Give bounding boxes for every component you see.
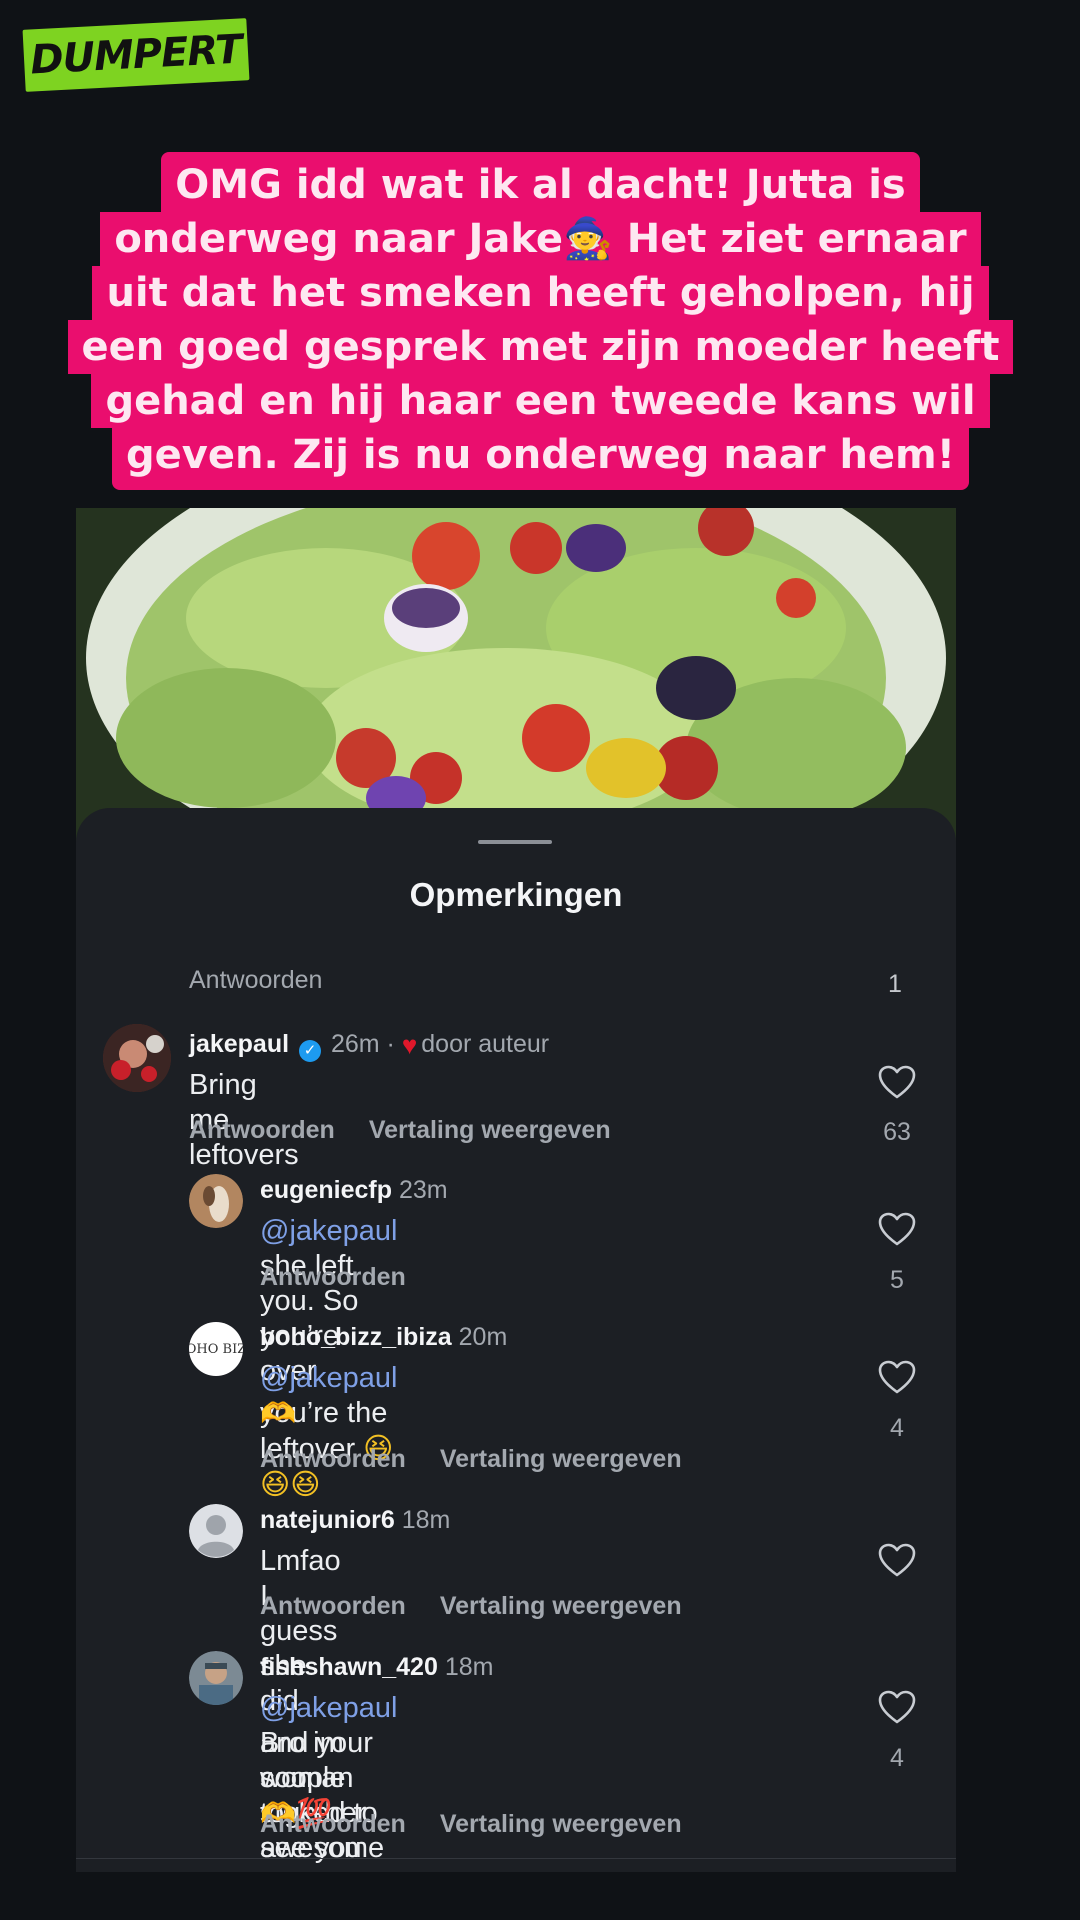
- like-heart-icon[interactable]: [877, 1358, 917, 1398]
- header-count: 1: [888, 970, 902, 998]
- comments-sheet: Opmerkingen Antwoorden 1 jakepaul ✓ 26m …: [76, 808, 956, 1872]
- caption-banner: OMG idd wat ik al dacht! Jutta is onderw…: [58, 152, 1023, 490]
- timestamp: 23m: [398, 1176, 448, 1204]
- author-heart-icon: ♥: [401, 1030, 418, 1060]
- mention-link[interactable]: @jakepaul: [260, 1692, 397, 1724]
- timestamp: 18m: [444, 1653, 494, 1681]
- caption-line: een goed gesprek met zijn moeder heeft: [67, 320, 1014, 374]
- verified-badge-icon: ✓: [299, 1040, 322, 1062]
- comment-text-line2: 🫶: [260, 1396, 296, 1432]
- drag-handle[interactable]: [478, 840, 552, 844]
- sheet-title: Opmerkingen: [409, 876, 623, 913]
- reply-button[interactable]: Antwoorden: [189, 1116, 335, 1144]
- translate-button[interactable]: Vertaling weergeven: [369, 1116, 611, 1144]
- reply-button[interactable]: Antwoorden: [260, 1592, 406, 1620]
- reply-button[interactable]: Antwoorden: [260, 1810, 406, 1838]
- like-count: 4: [890, 1744, 904, 1772]
- reply-button[interactable]: Antwoorden: [260, 1263, 406, 1291]
- comment-text: @jakepaul you’re the leftover 😆😆😆: [260, 1361, 397, 1503]
- comment-actions: Antwoorden: [260, 1263, 440, 1292]
- heart-hands-emoji: 🫶: [260, 1396, 297, 1430]
- timestamp: 18m: [401, 1506, 451, 1534]
- like-count: 4: [890, 1414, 904, 1442]
- default-user-icon: [189, 1504, 243, 1558]
- like-heart-icon[interactable]: [877, 1063, 917, 1103]
- username[interactable]: eugeniecfp: [260, 1176, 392, 1204]
- comment-body: couple: [260, 1762, 346, 1794]
- like-heart-icon[interactable]: [877, 1541, 917, 1581]
- like-heart-icon[interactable]: [877, 1210, 917, 1250]
- avatar[interactable]: [103, 1024, 171, 1092]
- mention-link[interactable]: @jakepaul: [260, 1215, 397, 1247]
- like-heart-icon[interactable]: [877, 1688, 917, 1728]
- author-badge: door auteur: [421, 1030, 550, 1058]
- caption-line: geven. Zij is nu onderweg naar hem!: [112, 428, 969, 490]
- caption-line: uit dat het smeken heeft geholpen, hij: [92, 266, 989, 320]
- caption-line: gehad en hij haar een tweede kans wil: [91, 374, 990, 428]
- comment-actions: Antwoorden Vertaling weergeven: [260, 1592, 716, 1621]
- like-count: 63: [883, 1118, 911, 1146]
- comment-meta: boho_bizz_ibiza 20m: [260, 1323, 507, 1352]
- reply-button[interactable]: Antwoorden: [260, 1445, 406, 1473]
- caption-line: OMG idd wat ik al dacht! Jutta is: [161, 152, 920, 212]
- comment-meta: fishshawn_420 18m: [260, 1653, 493, 1682]
- avatar[interactable]: [189, 1651, 243, 1705]
- avatar[interactable]: [189, 1504, 243, 1558]
- logo-text: DUMPERT: [29, 26, 243, 84]
- comment-meta: eugeniecfp 23m: [260, 1176, 448, 1205]
- timestamp: 20m: [458, 1323, 508, 1351]
- avatar[interactable]: OHO BIZ: [189, 1322, 243, 1376]
- translate-button[interactable]: Vertaling weergeven: [440, 1445, 682, 1473]
- comment-meta: jakepaul ✓ 26m · ♥ door auteur: [189, 1030, 549, 1062]
- like-count: 5: [890, 1266, 904, 1294]
- comment-actions: Antwoorden Vertaling weergeven: [260, 1445, 716, 1474]
- caption-line: onderweg naar Jake🧙 Het ziet ernaar: [100, 212, 981, 266]
- translate-button[interactable]: Vertaling weergeven: [440, 1810, 682, 1838]
- avatar-text: OHO BIZ: [189, 1341, 243, 1357]
- username[interactable]: natejunior6: [260, 1506, 395, 1534]
- timestamp: 26m ·: [330, 1030, 395, 1058]
- divider: [76, 1858, 956, 1859]
- username[interactable]: boho_bizz_ibiza: [260, 1323, 452, 1351]
- avatar[interactable]: [189, 1174, 243, 1228]
- comment-actions: Antwoorden Vertaling weergeven: [260, 1810, 716, 1839]
- comment-meta: natejunior6 18m: [260, 1506, 450, 1535]
- header-reply-button[interactable]: Antwoorden: [189, 966, 322, 995]
- username[interactable]: jakepaul: [189, 1030, 289, 1058]
- mention-link[interactable]: @jakepaul: [260, 1362, 397, 1394]
- dumpert-logo: DUMPERT: [22, 18, 250, 92]
- username[interactable]: fishshawn_420: [260, 1653, 438, 1681]
- translate-button[interactable]: Vertaling weergeven: [440, 1592, 682, 1620]
- comment-actions: Antwoorden Vertaling weergeven: [189, 1116, 645, 1145]
